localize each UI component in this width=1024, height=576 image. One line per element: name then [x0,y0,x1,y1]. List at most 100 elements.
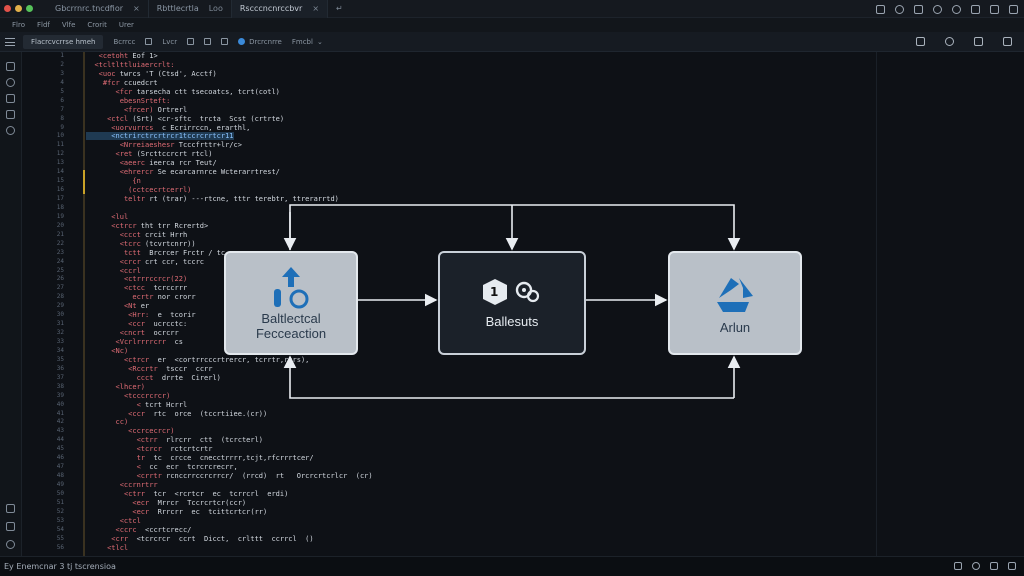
code-line: <uoc twrcs 'T (Ctsd', Acctf) [98,69,217,78]
code-line: <ret (Srcttccrcrt rtcl) [115,150,213,159]
share-icon[interactable] [974,37,983,46]
bell-icon[interactable] [954,562,962,570]
close-icon[interactable] [1009,4,1018,14]
node-middle[interactable]: 1 Ballesuts [438,251,586,355]
layout-icon[interactable] [990,562,998,570]
toolbar-item-1[interactable]: Bcrrcc [113,38,135,46]
menu-item-view[interactable]: Vlfe [62,21,76,29]
line-number: 40 [56,400,64,408]
code-line: <ccrc <ccrtcrecc/ [115,525,192,534]
code-line: (cctcecrtcerrl) [128,186,192,195]
close-icon[interactable]: × [133,4,140,13]
code-line: <tcltlttluiaercrlt: [94,60,175,69]
account-icon[interactable] [6,504,15,513]
save-icon[interactable] [876,4,885,14]
node-middle-badge: 1 [490,284,499,299]
toolbar: Flacrcvcrrse hmeh Bcrrcc Lvcr Drcrcnrre … [0,32,1024,52]
search-icon[interactable] [6,78,15,87]
code-line: <ctrr rlrcrr ctt (tcrcterl) [136,436,264,445]
code-line: <cetoht Eof 1> [98,52,158,60]
line-number: 41 [56,409,64,417]
feedback-icon[interactable] [972,562,980,570]
menu-item-file[interactable]: Flro [12,21,25,29]
menu-item-edit[interactable]: Fldf [37,21,50,29]
explorer-icon[interactable] [6,62,15,71]
status-icons [954,562,1016,570]
code-line: <tlcl [107,543,129,552]
new-tab-icon[interactable]: ↵ [336,4,343,13]
activity-bar [0,52,22,556]
status-text: Ey Enemcnar 3 tj tscrensioa [4,562,116,571]
code-line: <aeerc ieerca rcr Teut/ [119,159,217,168]
minimap-divider [876,52,877,556]
line-numbers: 1 2 3 4 5 6 7 8 9 10 11 12 13 14 15 16 17 18 19 20 21 22 23 24 2… [22,52,70,556]
toolbar-item-4[interactable]: Fmcbl [292,38,313,46]
settings-icon[interactable] [6,540,15,549]
modified-line-marker [83,170,85,194]
minimize-window-button[interactable] [15,5,22,12]
pin-icon[interactable] [221,38,229,45]
settings-icon[interactable] [933,4,942,14]
chevron-down-icon[interactable]: ⌄ [317,38,323,46]
menu-icon[interactable] [5,37,15,46]
edit-icon[interactable] [971,4,980,14]
tab-label: Rbttlecrtla [156,4,199,13]
node-right[interactable]: Arlun [668,251,802,355]
close-window-button[interactable] [4,5,11,12]
line-number: 45 [56,445,64,453]
line-number: 29 [56,302,64,310]
node-middle-label: Ballesuts [485,313,539,329]
split-icon[interactable] [145,38,153,45]
menu-item-user[interactable]: Urer [119,21,134,29]
selected-code: <nctrirctrcrtrcr1tccrcrrtcr11 [86,132,234,141]
code-line: #fcr ccuedcrt [102,78,158,87]
line-number: 49 [56,481,64,488]
layout-icon[interactable] [990,4,999,14]
panel-icon[interactable] [1003,37,1012,46]
code-line: <ctrcr er <cortrrcccrtrercr, tcrrtr,rcrs… [123,355,310,364]
line-number: 5 [60,87,64,95]
line-number: 55 [56,534,64,542]
sync-icon[interactable] [945,37,954,46]
project-selector[interactable]: Flacrcvcrrse hmeh [23,34,104,49]
line-number: 46 [56,454,64,462]
refresh-icon[interactable] [895,4,904,14]
broadcast-icon[interactable] [1008,562,1016,570]
menu-item-code[interactable]: Crorit [87,21,106,29]
shortcut-icon[interactable] [916,37,925,46]
node-left[interactable]: Baltlectcal Fecceaction [224,251,358,355]
image-icon[interactable] [914,4,923,14]
line-number: 15 [56,177,64,185]
code-line: <ccr rtc orce (tccrtiiee.(cr)) [128,409,268,418]
source-control-icon[interactable] [6,94,15,103]
toolbar-item-3[interactable]: Drcrcnrre [249,38,282,46]
line-number: 38 [56,382,64,390]
accounts-icon[interactable] [6,522,15,531]
gears-icon [515,281,540,302]
line-number: 54 [56,525,64,533]
lock-icon[interactable] [187,38,195,45]
maximize-window-button[interactable] [26,5,33,12]
tab-file-2[interactable]: Rbttlecrtla Loo [149,0,232,18]
code-line: <frcer) Ortrerl [123,105,188,114]
debug-icon[interactable] [6,126,15,135]
code-line: <ctcl [119,516,141,525]
line-number: 39 [56,391,64,399]
toolbar-item-2[interactable]: Lvcr [162,38,177,46]
line-number: 24 [56,257,64,265]
code-line: <tcrc (tcvrtcnrr)) [119,239,196,248]
line-number: 7 [60,105,64,113]
extensions-icon[interactable] [6,110,15,119]
tab-file-1[interactable]: Gbcrrnrc.tncdfior × [47,0,149,18]
copy-icon[interactable] [204,38,212,45]
tab-file-3[interactable]: Rscccncnrccbvr × [231,0,329,18]
line-number: 43 [56,427,64,435]
globe-icon[interactable] [952,4,961,14]
tab-extra-label[interactable]: Loo [209,4,223,13]
line-number: 26 [56,275,64,283]
code-line: <ecr Rrrcrr ec tcittcrtcr(rr) [132,507,268,516]
code-line: <ccrcecrcr) [128,427,175,436]
code-line: cc) [115,418,129,427]
line-number: 37 [56,373,64,381]
close-icon[interactable]: × [312,4,319,13]
